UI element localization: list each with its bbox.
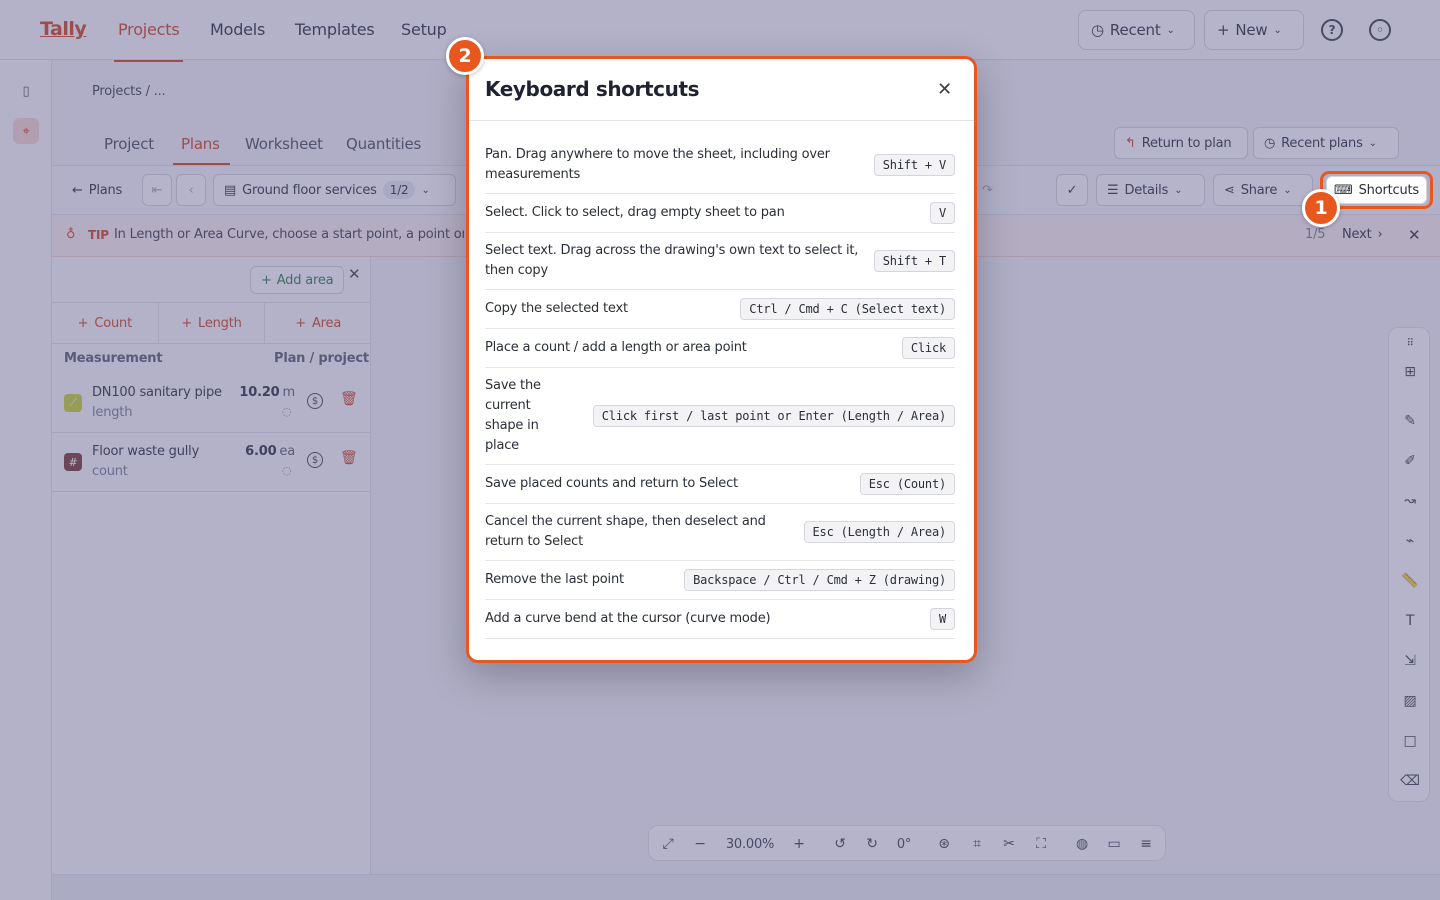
shortcut-row: Copy the selected text Ctrl / Cmd + C (Se… [485,290,955,329]
shortcut-description: Remove the last point [485,572,624,587]
shortcut-key: Click first / last point or Enter (Lengt… [592,405,955,427]
shortcut-row: Place a count / add a length or area poi… [485,329,955,368]
keyboard-shortcuts-dialog: Keyboard shortcuts ✕ Pan. Drag anywhere … [466,56,977,663]
shortcut-row: Save placed counts and return to Select E… [485,465,955,504]
shortcut-key: Backspace / Ctrl / Cmd + Z (drawing) [684,569,955,591]
shortcut-description: Select text. Drag across the drawing's o… [485,243,859,278]
shortcut-key: Esc (Count) [859,473,955,495]
close-icon[interactable]: ✕ [937,79,952,100]
shortcut-description: Save placed counts and return to Select [485,476,738,491]
shortcut-row: Select. Click to select, drag empty shee… [485,194,955,233]
shortcut-key: V [929,202,955,224]
keyboard-icon: ⌨ [1334,182,1353,198]
shortcut-key: Ctrl / Cmd + C (Select text) [740,298,955,320]
shortcut-description: Select. Click to select, drag empty shee… [485,205,785,220]
dialog-divider [469,120,974,121]
shortcut-key: Click [901,337,955,359]
shortcuts-label: Shortcuts [1358,182,1420,198]
callout-badge-2: 2 [446,37,484,75]
shortcut-description: Pan. Drag anywhere to move the sheet, in… [485,147,830,182]
shortcut-row: Save the current shape in place Click fir… [485,368,955,465]
shortcut-description: Save the current shape in place [485,378,541,453]
shortcut-key: W [929,608,955,630]
shortcut-description: Cancel the current shape, then deselect … [485,514,766,549]
shortcut-key: Shift + V [873,154,955,176]
dialog-title: Keyboard shortcuts [485,77,700,101]
shortcut-description: Place a count / add a length or area poi… [485,340,747,355]
callout-badge-1: 1 [1302,189,1340,227]
shortcut-row: Cancel the current shape, then deselect … [485,504,955,561]
shortcut-description: Copy the selected text [485,301,628,316]
shortcut-description: Add a curve bend at the cursor (curve mo… [485,611,771,626]
shortcut-row: Select text. Drag across the drawing's o… [485,233,955,290]
shortcuts-button[interactable]: ⌨ Shortcuts [1326,176,1427,204]
shortcut-row: Pan. Drag anywhere to move the sheet, in… [485,137,955,194]
shortcut-key: Shift + T [873,250,955,272]
shortcut-list: Pan. Drag anywhere to move the sheet, in… [485,137,955,639]
shortcut-key: Esc (Length / Area) [803,521,955,543]
shortcut-row: Add a curve bend at the cursor (curve mo… [485,600,955,639]
shortcut-row: Remove the last point Backspace / Ctrl / … [485,561,955,600]
